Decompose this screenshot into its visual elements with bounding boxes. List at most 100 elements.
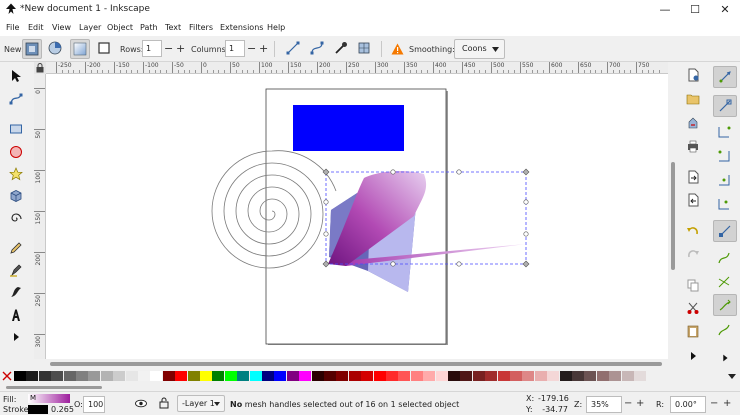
color-swatch[interactable] [324, 371, 336, 381]
color-swatch[interactable] [348, 371, 361, 381]
drawing-canvas[interactable] [46, 74, 668, 359]
rotate-input[interactable]: 0.00° [670, 396, 706, 413]
color-swatch[interactable] [311, 371, 324, 381]
menu-extensions[interactable]: Extensions [220, 23, 263, 32]
text-tool[interactable] [6, 306, 28, 326]
palette-scrollbar[interactable] [0, 383, 740, 391]
layer-lock-icon[interactable] [159, 397, 169, 409]
snap-intersections-button[interactable] [713, 272, 737, 294]
menu-edit[interactable]: Edit [28, 23, 44, 32]
color-swatch[interactable] [522, 371, 535, 381]
color-swatch[interactable] [187, 371, 200, 381]
color-swatch[interactable] [138, 371, 150, 381]
color-swatch[interactable] [175, 371, 188, 381]
rotate-decrement-button[interactable]: − [710, 395, 718, 412]
ellipse-tool[interactable] [6, 143, 28, 163]
color-swatch[interactable] [510, 371, 522, 381]
color-swatch[interactable] [38, 371, 51, 381]
snap-cusp-nodes-button[interactable] [713, 294, 737, 316]
color-swatch[interactable] [100, 371, 113, 381]
canvas-drawing[interactable] [46, 74, 668, 359]
scroll-thumb[interactable] [6, 386, 102, 389]
zoom-decrement-button[interactable]: − [624, 395, 632, 412]
columns-decrement-button[interactable]: − [247, 40, 256, 57]
snap-midpoints-button[interactable] [713, 170, 737, 192]
mesh-handle[interactable] [323, 231, 329, 237]
mesh-handle[interactable] [390, 261, 396, 267]
cut-button[interactable] [686, 301, 706, 321]
color-swatch[interactable] [497, 371, 510, 381]
visibility-eye-icon[interactable] [135, 398, 147, 409]
maximize-button[interactable]: ☐ [680, 0, 710, 20]
rows-input[interactable]: 1 [142, 40, 162, 57]
color-swatch[interactable] [286, 371, 299, 381]
color-swatch[interactable] [212, 371, 225, 381]
color-swatch[interactable] [472, 371, 485, 381]
star-tool[interactable] [6, 165, 28, 185]
opacity-input[interactable]: 100 [83, 396, 105, 413]
snap-bbox-edges-button[interactable] [713, 122, 737, 144]
blue-rectangle[interactable] [293, 105, 404, 151]
import-button[interactable] [686, 170, 706, 190]
color-swatch[interactable] [125, 371, 138, 381]
copy-button[interactable] [686, 278, 706, 298]
color-swatch[interactable] [609, 371, 622, 381]
palette-menu-icon[interactable] [728, 372, 736, 380]
mesh-corner-node[interactable] [522, 168, 530, 176]
print-button[interactable] [686, 139, 706, 159]
close-button[interactable]: ✕ [710, 0, 740, 20]
color-swatch[interactable] [485, 371, 498, 381]
color-swatch[interactable] [559, 371, 572, 381]
horizontal-scrollbar[interactable] [46, 359, 668, 368]
color-swatch[interactable] [26, 371, 39, 381]
color-swatch[interactable] [572, 371, 584, 381]
color-swatch[interactable] [448, 371, 460, 381]
snap-smooth-nodes-button[interactable] [713, 320, 737, 342]
open-button[interactable] [686, 92, 706, 112]
color-swatch[interactable] [224, 371, 237, 381]
color-swatch[interactable] [237, 371, 250, 381]
pen-tool[interactable] [6, 261, 28, 281]
menu-help[interactable]: Help [267, 23, 285, 32]
color-swatch[interactable] [88, 371, 101, 381]
rotate-increment-button[interactable]: + [723, 395, 731, 412]
smoothing-select[interactable]: Coons [454, 39, 505, 59]
new-mesh-conical-button[interactable] [46, 39, 66, 59]
selector-tool[interactable] [6, 67, 28, 87]
snap-bounding-box-button[interactable] [713, 95, 737, 117]
3d-box-tool[interactable] [6, 187, 28, 207]
color-swatch[interactable] [423, 371, 436, 381]
color-swatch[interactable] [460, 371, 473, 381]
columns-input[interactable]: 1 [225, 40, 245, 57]
snap-paths-button[interactable] [713, 248, 737, 270]
new-mesh-normal-button[interactable] [22, 39, 42, 59]
color-swatch[interactable] [410, 371, 423, 381]
color-swatch[interactable] [113, 371, 126, 381]
commands-more-button[interactable] [686, 349, 706, 369]
export-button[interactable] [686, 193, 706, 213]
vertical-ruler[interactable]: 0 50 100 150 200 250 300 [34, 74, 46, 359]
color-swatch[interactable] [299, 371, 312, 381]
color-swatch[interactable] [51, 371, 64, 381]
snap-bbox-corners-button[interactable] [713, 146, 737, 168]
menu-path[interactable]: Path [140, 23, 158, 32]
scale-mesh-button[interactable] [355, 39, 375, 59]
new-document-button[interactable] [686, 68, 706, 88]
color-swatch[interactable] [621, 371, 634, 381]
calligraphy-tool[interactable] [6, 283, 28, 303]
rectangle-tool[interactable] [6, 120, 28, 140]
color-swatch[interactable] [596, 371, 609, 381]
stroke-mesh-button[interactable] [95, 39, 115, 59]
stroke-indicator[interactable] [28, 405, 48, 414]
color-swatch[interactable] [435, 371, 448, 381]
scroll-thumb[interactable] [671, 162, 675, 270]
menu-layer[interactable]: Layer [79, 23, 101, 32]
color-swatch[interactable] [76, 371, 88, 381]
menu-text[interactable]: Text [165, 23, 181, 32]
snap-nodes-button[interactable] [713, 220, 737, 242]
make-curves-button[interactable] [308, 39, 328, 59]
layer-select[interactable]: -Layer 1 [177, 395, 225, 412]
color-swatch[interactable] [398, 371, 411, 381]
color-swatch[interactable] [249, 371, 262, 381]
color-swatch[interactable] [634, 371, 646, 381]
